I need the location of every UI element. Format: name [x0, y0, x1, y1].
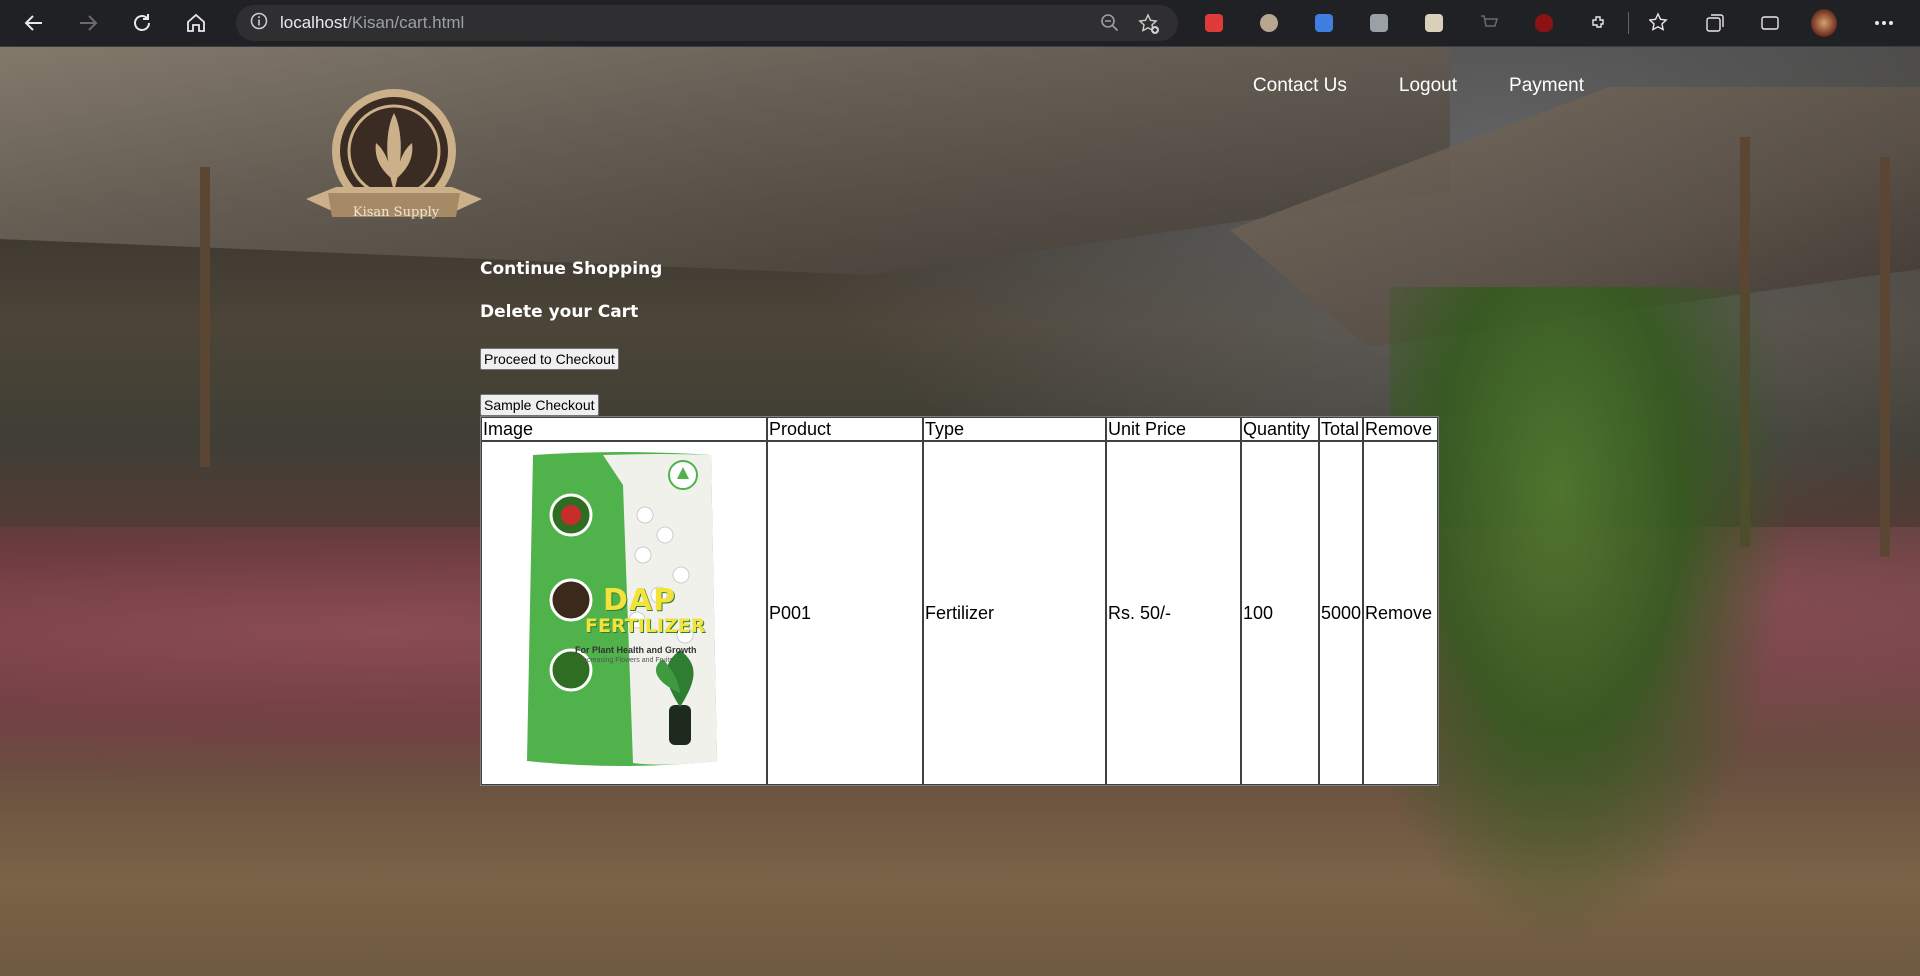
refresh-icon[interactable] [124, 5, 160, 41]
site-info-icon[interactable] [250, 12, 268, 34]
cart-extension-icon[interactable] [1476, 10, 1502, 36]
nav-payment[interactable]: Payment [1509, 75, 1584, 97]
url-text: localhost/Kisan/cart.html [280, 13, 465, 32]
toggle-off-extension-icon[interactable] [1421, 10, 1447, 36]
sample-checkout-button[interactable]: Sample Checkout [480, 394, 599, 416]
cell-product: P001 [767, 441, 923, 785]
column-header-quantity: Quantity [1241, 417, 1319, 441]
column-header-total: Total [1319, 417, 1364, 441]
cell-total: 5000 [1319, 441, 1364, 785]
profile-extension-icon[interactable] [1366, 10, 1392, 36]
background-post [1880, 157, 1890, 557]
more-menu-icon[interactable] [1871, 10, 1897, 36]
pack-name-text: FERTILIZER [585, 615, 706, 637]
top-navigation: Contact Us Logout Payment [1253, 75, 1584, 97]
background-plant [1390, 287, 1810, 976]
zoom-icon[interactable] [1100, 13, 1120, 37]
forward-icon[interactable] [70, 5, 106, 41]
column-header-unit-price: Unit Price [1106, 417, 1241, 441]
back-icon[interactable] [16, 5, 52, 41]
window-extension-icon[interactable] [1311, 10, 1337, 36]
nav-logout[interactable]: Logout [1399, 75, 1457, 97]
table-header-row: Image Product Type Unit Price Quantity T… [481, 417, 1439, 441]
pack-tagline-text: For Plant Health and Growth [575, 645, 697, 655]
shield-extension-icon[interactable] [1201, 10, 1227, 36]
delete-cart-link[interactable]: Delete your Cart [480, 302, 638, 322]
column-header-type: Type [923, 417, 1106, 441]
cart-table: Image Product Type Unit Price Quantity T… [480, 416, 1440, 786]
column-header-product: Product [767, 417, 923, 441]
owl-extension-icon[interactable] [1256, 10, 1282, 36]
proceed-to-checkout-button[interactable]: Proceed to Checkout [480, 348, 619, 370]
logo-text: Kisan Supply [352, 205, 440, 220]
product-image[interactable]: DAP FERTILIZER For Plant Health and Grow… [483, 445, 761, 781]
continue-shopping-link[interactable]: Continue Shopping [480, 259, 662, 279]
remove-item-link[interactable]: Remove [1363, 441, 1439, 785]
pack-subline-text: Increasing Flowers and Fruits [581, 657, 673, 664]
background-shed-roof [0, 47, 1450, 275]
column-header-image: Image [481, 417, 767, 441]
pack-brand-text: DAP [603, 583, 677, 618]
favorites-icon[interactable] [1647, 10, 1673, 36]
toolbar-divider [1628, 12, 1629, 34]
collections-icon[interactable] [1702, 10, 1728, 36]
cell-unit-price: Rs. 50/- [1106, 441, 1241, 785]
browser-toolbar: localhost/Kisan/cart.html [0, 0, 1920, 47]
nav-contact-us[interactable]: Contact Us [1253, 75, 1347, 97]
home-icon[interactable] [178, 5, 214, 41]
background-post [200, 167, 210, 467]
profile-avatar[interactable] [1811, 9, 1837, 37]
ublock-extension-icon[interactable] [1531, 10, 1557, 36]
column-header-remove: Remove [1363, 417, 1439, 441]
add-favorite-icon[interactable] [1138, 13, 1160, 39]
product-image-cell: DAP FERTILIZER For Plant Health and Grow… [481, 441, 767, 785]
table-row: DAP FERTILIZER For Plant Health and Grow… [481, 441, 1439, 785]
address-bar[interactable]: localhost/Kisan/cart.html [236, 5, 1178, 41]
cell-type: Fertilizer [923, 441, 1106, 785]
extensions-puzzle-icon[interactable] [1586, 10, 1612, 36]
browser-essentials-icon[interactable] [1757, 10, 1783, 36]
cell-quantity: 100 [1241, 441, 1319, 785]
